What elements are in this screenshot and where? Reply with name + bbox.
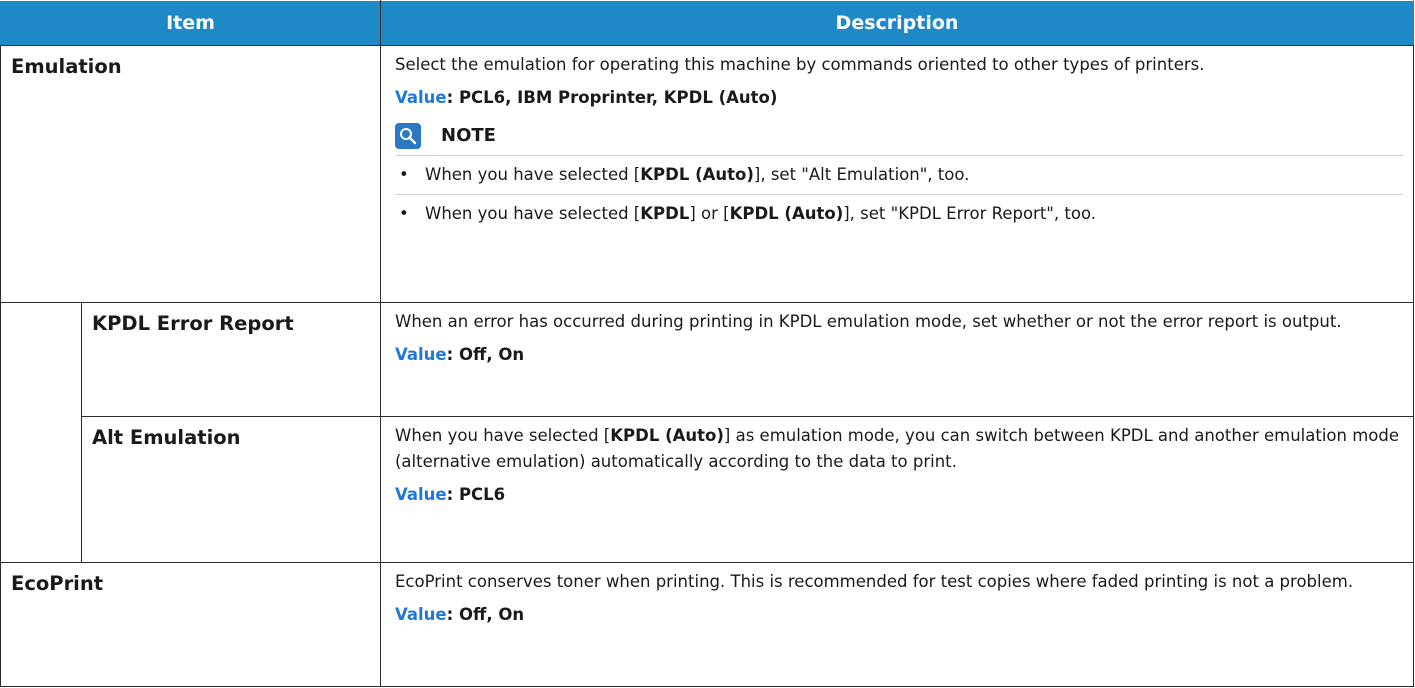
value-alt-emulation-text: : PCL6 bbox=[446, 485, 506, 504]
value-kpdl-error: Value: Off, On bbox=[395, 342, 1403, 368]
value-key: Value bbox=[395, 88, 447, 107]
indent-cell bbox=[0, 302, 82, 563]
desc-kpdl-error-text: When an error has occurred during printi… bbox=[395, 312, 1342, 331]
note-text: ] or [ bbox=[689, 204, 730, 223]
item-emulation: Emulation bbox=[0, 45, 381, 303]
table-header-row: Item Description bbox=[0, 0, 1414, 46]
value-alt-emulation: Value: PCL6 bbox=[395, 482, 1403, 508]
note-key-kpdl-auto: KPDL (Auto) bbox=[640, 165, 754, 184]
note-text: ], set "KPDL Error Report", too. bbox=[843, 204, 1096, 223]
desc-key-kpdl-auto: KPDL (Auto) bbox=[610, 426, 724, 445]
settings-table: Item Description Emulation Select the em… bbox=[0, 0, 1414, 687]
table-row-emulation: Emulation Select the emulation for opera… bbox=[0, 45, 1414, 303]
table-row-kpdl-error-report: KPDL Error Report When an error has occu… bbox=[0, 302, 1414, 563]
table-row-ecoprint: EcoPrint EcoPrint conserves toner when p… bbox=[0, 562, 1414, 687]
value-key: Value bbox=[395, 345, 447, 364]
item-alt-emulation: Alt Emulation bbox=[81, 416, 381, 563]
note-item: • When you have selected [KPDL] or [KPDL… bbox=[395, 195, 1403, 233]
desc-kpdl-error-report: When an error has occurred during printi… bbox=[380, 302, 1414, 417]
value-kpdl-error-text: : Off, On bbox=[446, 345, 525, 364]
note-key-kpdl: KPDL bbox=[640, 204, 690, 223]
note-title: NOTE bbox=[441, 125, 496, 146]
note-key-kpdl-auto: KPDL (Auto) bbox=[729, 204, 844, 223]
note-text: ], set "Alt Emulation", too. bbox=[753, 165, 970, 184]
desc-ecoprint-text: EcoPrint conserves toner when printing. … bbox=[395, 572, 1354, 591]
desc-ecoprint: EcoPrint conserves toner when printing. … bbox=[380, 562, 1414, 687]
desc-emulation: Select the emulation for operating this … bbox=[380, 45, 1414, 303]
value-emulation: Value: PCL6, IBM Proprinter, KPDL (Auto) bbox=[395, 85, 1403, 111]
value-emulation-text: : PCL6, IBM Proprinter, KPDL (Auto) bbox=[446, 88, 778, 107]
value-ecoprint: Value: Off, On bbox=[395, 602, 1403, 628]
item-kpdl-error-report: KPDL Error Report bbox=[81, 302, 381, 417]
note-item: • When you have selected [KPDL (Auto)], … bbox=[395, 156, 1403, 195]
value-key: Value bbox=[395, 605, 447, 624]
desc-text: When you have selected [ bbox=[395, 426, 611, 445]
value-ecoprint-text: : Off, On bbox=[446, 605, 525, 624]
bullet-dot: • bbox=[399, 204, 409, 223]
desc-alt-emulation-text: When you have selected [KPDL (Auto)] as … bbox=[395, 423, 1403, 475]
note-text: When you have selected [ bbox=[425, 165, 641, 184]
value-key: Value bbox=[395, 485, 447, 504]
desc-emulation-text: Select the emulation for operating this … bbox=[395, 55, 1205, 74]
bullet-dot: • bbox=[399, 165, 409, 184]
note-text: When you have selected [ bbox=[425, 204, 641, 223]
item-ecoprint: EcoPrint bbox=[0, 562, 381, 687]
note-header: NOTE bbox=[395, 121, 1403, 151]
header-description: Description bbox=[380, 0, 1414, 46]
header-item: Item bbox=[0, 0, 381, 46]
desc-alt-emulation: When you have selected [KPDL (Auto)] as … bbox=[380, 416, 1414, 563]
table-row-alt-emulation: Alt Emulation When you have selected [KP… bbox=[1, 416, 1414, 563]
note-lightbulb-icon bbox=[395, 123, 421, 149]
